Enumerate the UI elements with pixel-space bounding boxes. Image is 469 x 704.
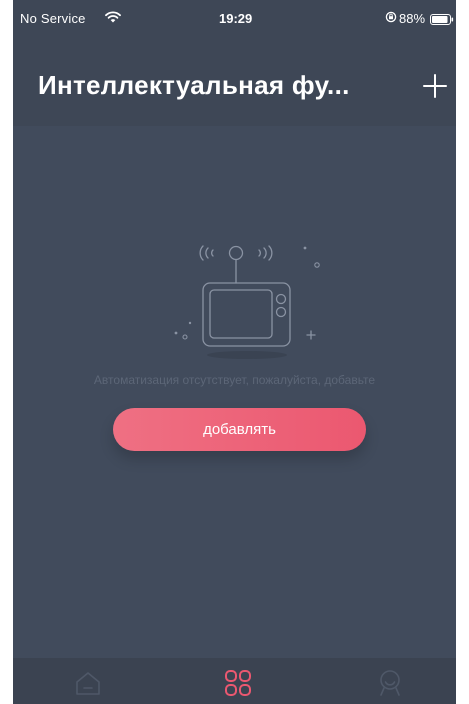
tab-automation[interactable] xyxy=(223,668,253,698)
add-button[interactable] xyxy=(421,72,449,100)
tab-bar xyxy=(13,658,456,704)
app-screen: No Service 19:29 88% Интеллектуальная фу… xyxy=(13,0,456,704)
empty-state-illustration xyxy=(153,238,333,369)
plus-icon xyxy=(423,74,447,98)
wifi-icon xyxy=(105,11,121,26)
battery-percent: 88% xyxy=(399,11,426,26)
orientation-lock-icon xyxy=(385,11,397,26)
tv-with-antenna-icon xyxy=(174,245,333,359)
clock: 19:29 xyxy=(219,11,253,26)
header: No Service 19:29 88% Интеллектуальная фу… xyxy=(13,0,456,126)
empty-state-message: Автоматизация отсутствует, пожалуйста, д… xyxy=(93,373,376,387)
profile-icon xyxy=(380,670,400,696)
home-icon xyxy=(76,672,100,695)
tab-profile[interactable] xyxy=(375,668,405,698)
grid-icon xyxy=(225,670,251,696)
page-title: Интеллектуальная фу... xyxy=(38,70,350,100)
carrier-label: No Service xyxy=(20,11,86,26)
battery-icon xyxy=(430,13,454,28)
tab-home[interactable] xyxy=(73,668,103,698)
add-automation-button[interactable]: добавлять xyxy=(113,408,366,451)
status-bar: No Service 19:29 88% xyxy=(13,0,456,40)
